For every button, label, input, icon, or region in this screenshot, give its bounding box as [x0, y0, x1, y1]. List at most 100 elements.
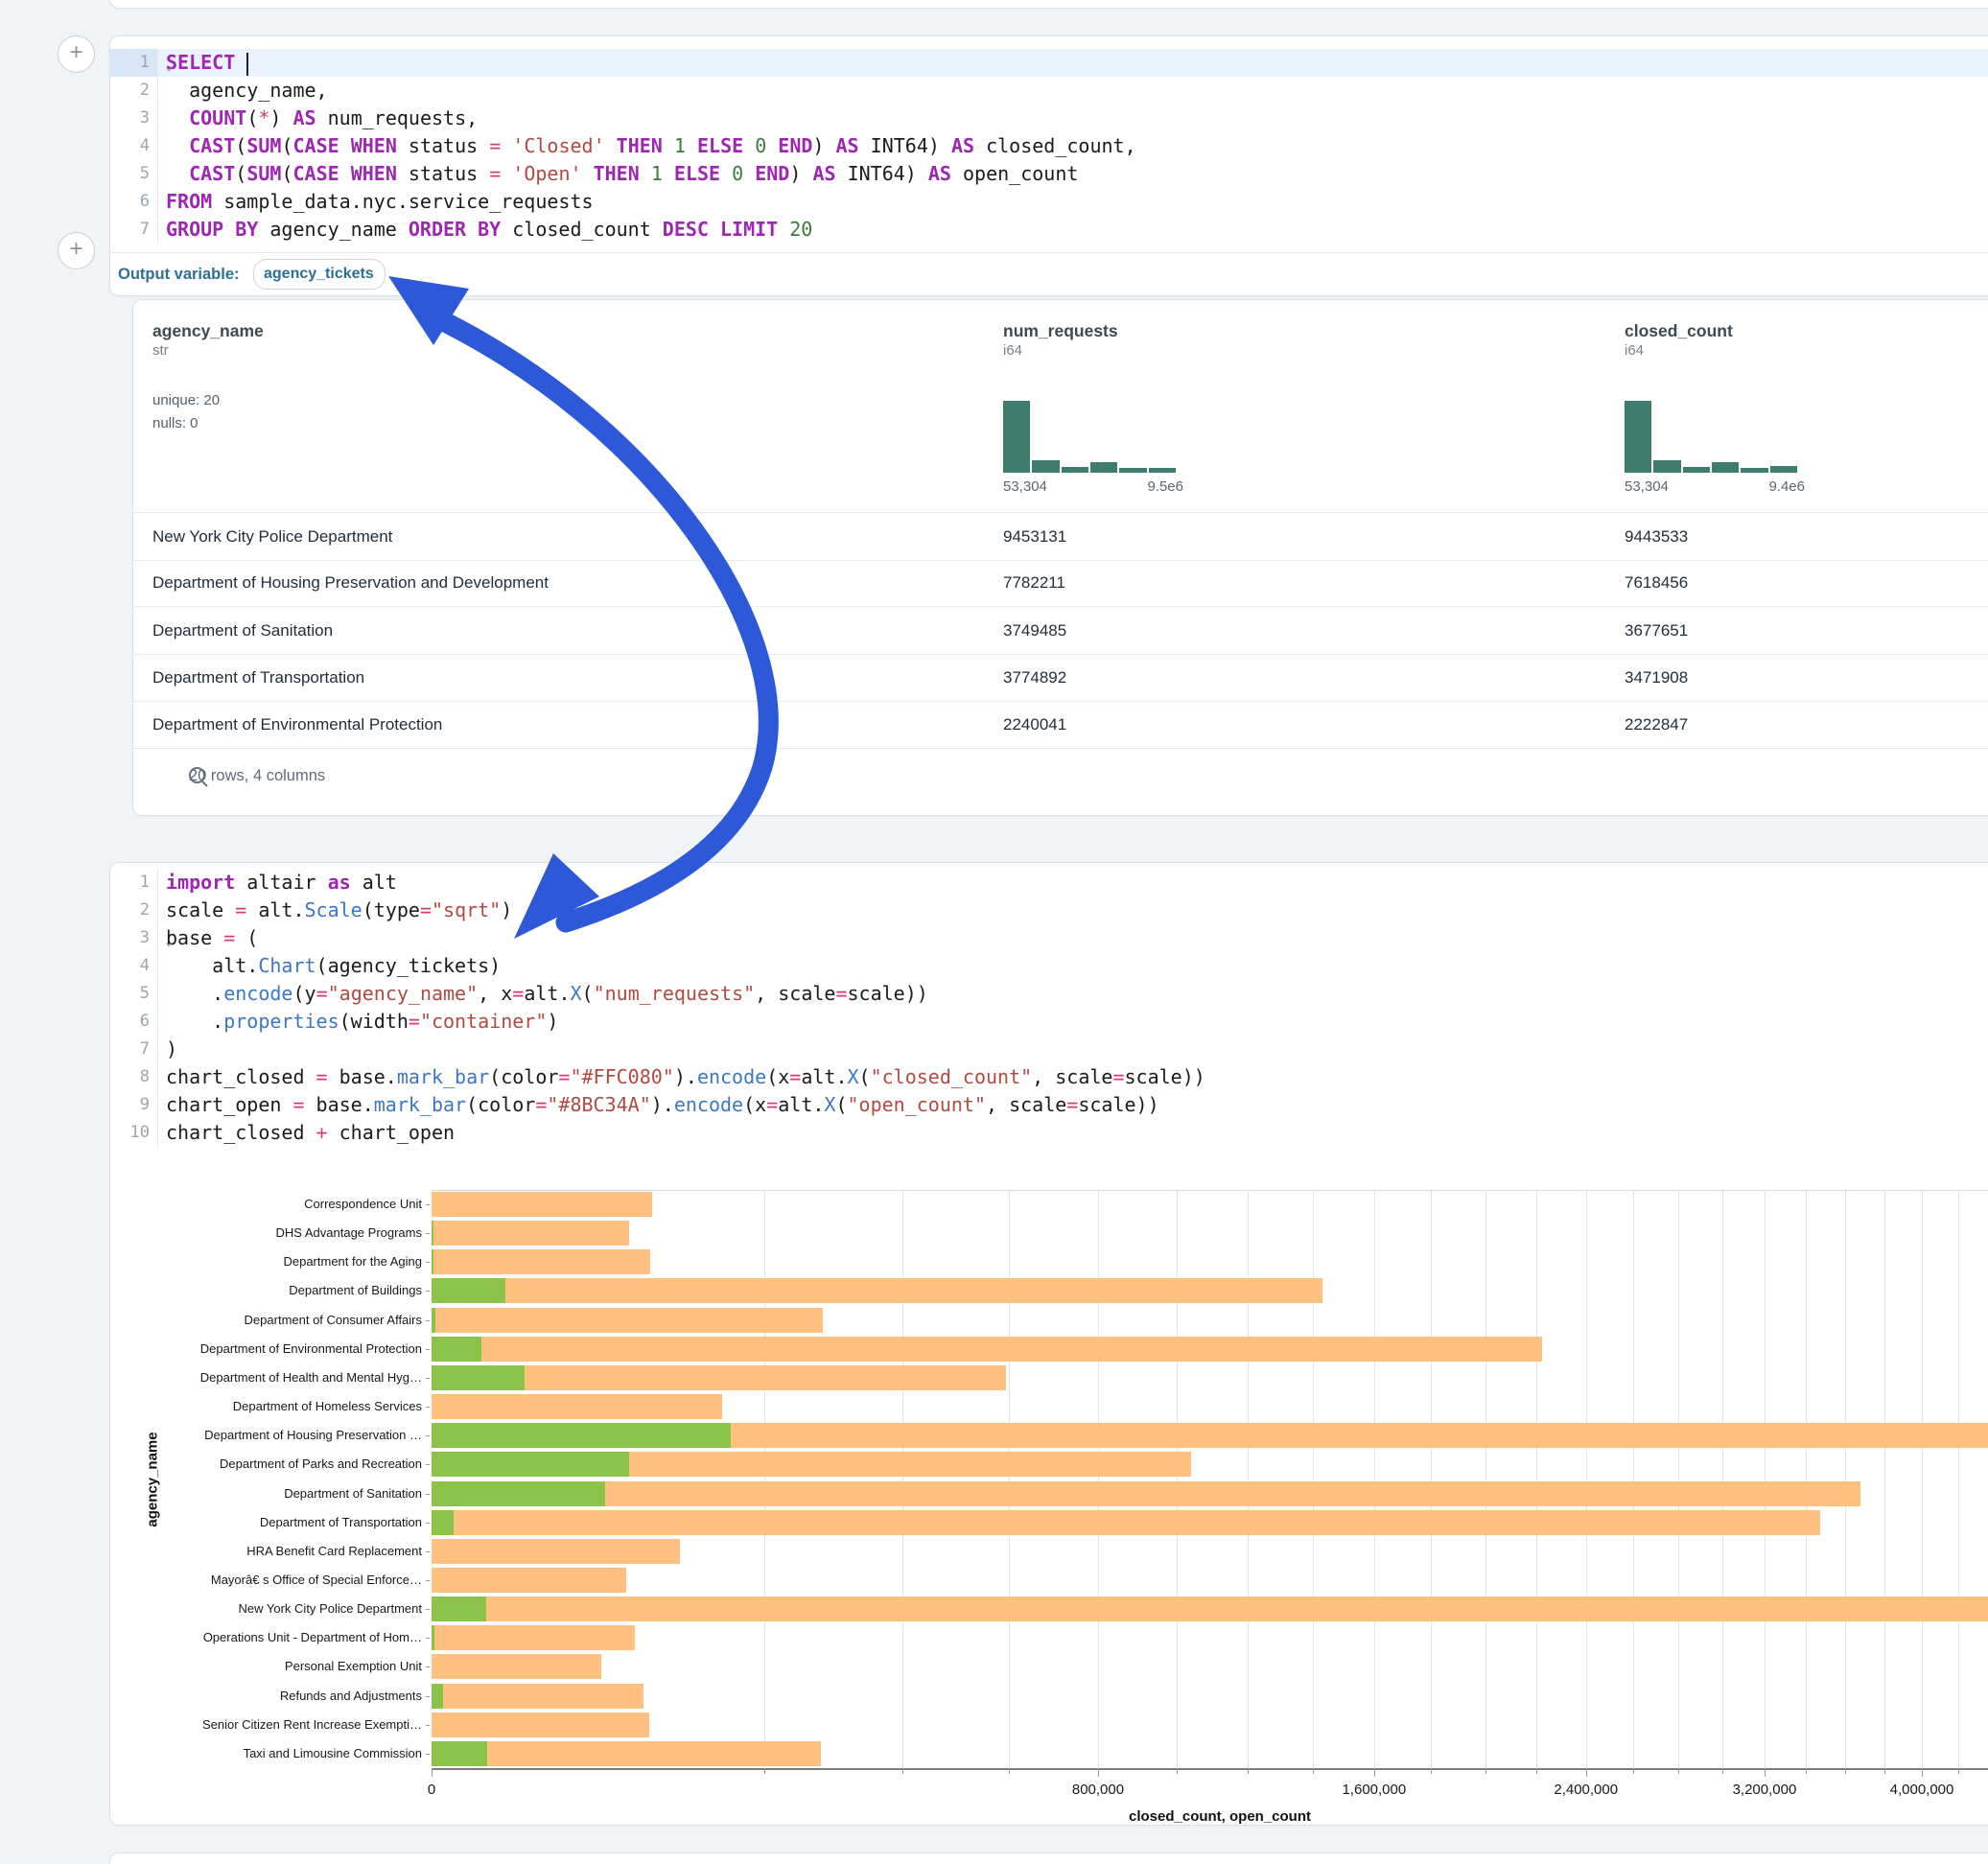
table-cell: 7618456: [1625, 559, 1688, 606]
x-axis-title: closed_count, open_count: [432, 1808, 1988, 1825]
line-number: 2: [110, 77, 158, 105]
code-line[interactable]: 3 COUNT(*) AS num_requests,: [110, 105, 1988, 132]
x-axis-tick: [1765, 1768, 1766, 1777]
x-axis-minor-tick: [1536, 1768, 1537, 1774]
column-stat: nulls: 0: [152, 415, 199, 431]
table-row[interactable]: Department of Transportation377489234719…: [133, 654, 1988, 702]
code-line[interactable]: 4 CAST(SUM(CASE WHEN status = 'Closed' T…: [110, 132, 1988, 160]
bar-closed_count: [432, 1249, 650, 1274]
x-axis-minor-tick: [1248, 1768, 1249, 1774]
code-text: FROM sample_data.nyc.service_requests: [158, 188, 594, 216]
line-number: 4: [110, 132, 158, 160]
add-cell-button-mid[interactable]: +: [58, 232, 95, 269]
table-row[interactable]: Department of Environmental Protection 22…: [133, 701, 1988, 749]
y-axis-tick: [426, 1435, 430, 1436]
bar-closed_count: [432, 1192, 652, 1217]
x-axis-minor-tick: [1958, 1768, 1959, 1774]
x-axis-minor-tick: [1485, 1768, 1486, 1774]
bar-closed_count: [432, 1741, 821, 1766]
y-axis-tick: [426, 1291, 430, 1292]
bar-closed_count: [432, 1481, 1860, 1506]
y-axis-label: Correspondence Unit: [304, 1197, 422, 1211]
gridline: [1374, 1190, 1375, 1768]
sql-cell-card: 1⌄SELECT 2 agency_name,3 COUNT(*) AS num…: [109, 35, 1988, 296]
bar-closed_count: [432, 1308, 823, 1333]
output-variable-pill[interactable]: agency_tickets: [253, 259, 386, 290]
gridline: [1431, 1190, 1432, 1768]
gridline: [1884, 1190, 1885, 1768]
column-dtype: i64: [1625, 342, 1644, 359]
code-text: COUNT(*) AS num_requests,: [158, 105, 478, 132]
gridline: [1536, 1190, 1537, 1768]
column-stat: unique: 20: [152, 392, 220, 408]
histogram-range: 53,3049.5e6: [1003, 478, 1183, 495]
code-text: CAST(SUM(CASE WHEN status = 'Closed' THE…: [158, 132, 1136, 160]
x-axis-minor-tick: [1313, 1768, 1314, 1774]
code-text: CAST(SUM(CASE WHEN status = 'Open' THEN …: [158, 160, 1078, 188]
sql-editor[interactable]: 1⌄SELECT 2 agency_name,3 COUNT(*) AS num…: [110, 49, 1988, 250]
table-row[interactable]: Department of Housing Preservation and D…: [133, 559, 1988, 607]
bar-closed_count: [432, 1337, 1542, 1362]
y-axis-tick: [426, 1407, 430, 1408]
column-title[interactable]: num_requests: [1003, 321, 1118, 341]
x-axis-minor-tick: [764, 1768, 765, 1774]
column-title[interactable]: agency_name: [152, 321, 264, 341]
table-cell: 7782211: [1003, 559, 1065, 606]
table-row[interactable]: Department of Sanitation37494853677651: [133, 607, 1988, 655]
plot-top-border: [432, 1190, 1988, 1191]
bar-closed_count: [432, 1684, 643, 1709]
table-cell: Department of Environmental Protection: [152, 701, 442, 748]
y-axis-label: Refunds and Adjustments: [280, 1689, 422, 1703]
table-cell: 2240041: [1003, 701, 1066, 748]
code-line[interactable]: 6FROM sample_data.nyc.service_requests: [110, 188, 1988, 216]
column-title[interactable]: closed_count: [1625, 321, 1733, 341]
line-number: 3: [110, 105, 158, 132]
code-line[interactable]: 1⌄SELECT: [110, 49, 1988, 77]
x-axis-tick-label: 3,200,000: [1733, 1782, 1797, 1798]
code-line[interactable]: 7GROUP BY agency_name ORDER BY closed_co…: [110, 216, 1988, 244]
bar-closed_count: [432, 1221, 629, 1246]
previous-cell-card: [109, 0, 1988, 9]
y-axis-tick: [426, 1754, 430, 1755]
bar-open_count: [432, 1625, 434, 1650]
y-axis-tick: [426, 1666, 430, 1667]
gridline: [902, 1190, 903, 1768]
code-text: agency_name,: [158, 77, 328, 105]
bar-closed_count: [432, 1596, 1988, 1621]
table-row-count: 20 rows, 4 columns: [189, 767, 325, 785]
gridline: [1678, 1190, 1679, 1768]
y-axis-label: Personal Exemption Unit: [285, 1659, 422, 1673]
y-axis-tick: [426, 1262, 430, 1263]
x-axis-minor-tick: [1884, 1768, 1885, 1774]
bar-open_count: [432, 1423, 731, 1448]
y-axis-label: Department of Health and Mental Hyg…: [200, 1370, 422, 1385]
table-cell: 3471908: [1625, 654, 1688, 701]
code-line[interactable]: 5 CAST(SUM(CASE WHEN status = 'Open' THE…: [110, 160, 1988, 188]
gridline: [1722, 1190, 1723, 1768]
y-axis-tick: [426, 1464, 430, 1465]
table-cell: 9453131: [1003, 513, 1066, 560]
add-cell-button-top[interactable]: +: [58, 35, 95, 73]
bar-closed_count: [432, 1654, 601, 1679]
bar-open_count: [432, 1510, 454, 1535]
gridline: [1806, 1190, 1807, 1768]
bar-closed_count: [432, 1539, 680, 1564]
y-axis-label: Department of Homeless Services: [233, 1399, 422, 1413]
column-dtype: i64: [1003, 342, 1022, 359]
histogram-range: 53,3049.4e6: [1625, 478, 1805, 495]
line-number: 6: [110, 188, 158, 216]
table-cell: 9443533: [1625, 513, 1688, 560]
x-axis-tick: [432, 1768, 433, 1777]
table-footer[interactable]: 20 rows, 4 columns: [133, 748, 1988, 806]
bar-open_count: [432, 1278, 505, 1303]
table-row[interactable]: New York City Police Department945313194…: [133, 512, 1988, 561]
y-axis-tick: [426, 1638, 430, 1639]
altair-chart: Correspondence UnitDHS Advantage Program…: [110, 863, 1988, 1825]
gridline: [764, 1190, 765, 1768]
y-axis-label: Department of Transportation: [260, 1515, 422, 1529]
y-axis-tick: [426, 1551, 430, 1552]
code-line[interactable]: 2 agency_name,: [110, 77, 1988, 105]
x-axis-minor-tick: [1678, 1768, 1679, 1774]
y-axis-label: New York City Police Department: [239, 1601, 422, 1616]
column-dtype: str: [152, 342, 169, 359]
